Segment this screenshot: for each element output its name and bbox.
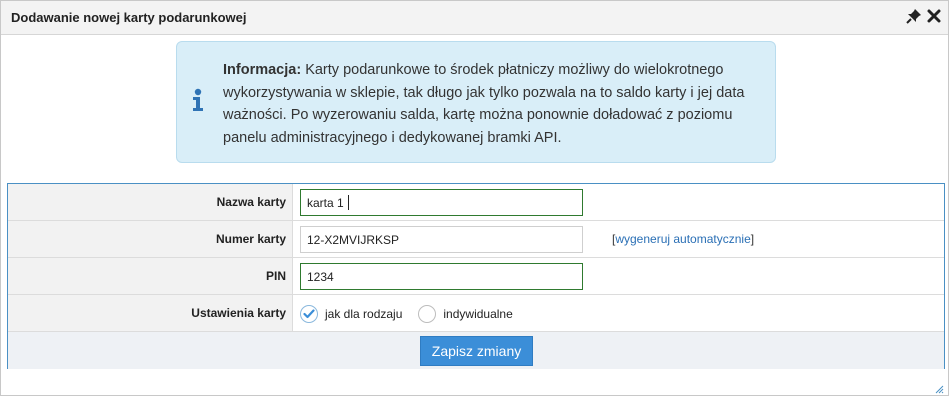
generate-automatically-link[interactable]: wygeneruj automatycznie — [615, 232, 750, 246]
row-card-settings: Ustawienia karty jak dla rodzaju indywid… — [8, 295, 944, 332]
info-body: Karty podarunkowe to środek płatniczy mo… — [223, 62, 745, 146]
card-name-value: karta 1 — [307, 195, 344, 210]
radio-per-type[interactable] — [300, 304, 318, 323]
text-caret — [347, 195, 349, 210]
row-card-number: Numer karty 12-X2MVIJRKSP [wygeneruj aut… — [8, 221, 944, 258]
row-pin: PIN 1234 — [8, 258, 944, 295]
info-heading: Informacja: — [223, 62, 302, 78]
settings-radio-group: jak dla rodzaju indywidualne — [300, 300, 529, 327]
save-button[interactable]: Zapisz zmiany — [420, 336, 533, 366]
row-card-name: Nazwa karty karta 1 — [8, 184, 944, 221]
info-text: Informacja: Karty podarunkowe to środek … — [223, 59, 768, 149]
radio-individual-label[interactable]: indywidualne — [443, 307, 512, 321]
info-icon — [192, 88, 204, 112]
radio-individual[interactable] — [418, 304, 437, 323]
dialog-titlebar[interactable]: Dodawanie nowej karty podarunkowej — [1, 1, 948, 35]
check-icon — [303, 308, 315, 318]
close-icon[interactable] — [926, 8, 942, 24]
info-box: Informacja: Karty podarunkowe to środek … — [176, 41, 776, 163]
card-form: Nazwa karty karta 1 Numer karty 12-X2MVI… — [7, 183, 945, 369]
pin-label: PIN — [8, 258, 293, 294]
card-number-value: 12-X2MVIJRKSP — [307, 232, 400, 247]
card-name-input[interactable]: karta 1 — [300, 189, 583, 216]
resize-grip-icon[interactable] — [934, 381, 944, 394]
pin-icon[interactable] — [906, 8, 922, 24]
dialog-title: Dodawanie nowej karty podarunkowej — [11, 10, 247, 25]
bracket-close: ] — [750, 232, 755, 246]
generate-wrapper: [wygeneruj automatycznie] — [612, 232, 754, 246]
titlebar-icons — [906, 8, 942, 24]
card-number-label: Numer karty — [8, 221, 293, 257]
pin-input[interactable]: 1234 — [300, 263, 583, 290]
card-settings-label: Ustawienia karty — [8, 295, 293, 331]
card-number-input[interactable]: 12-X2MVIJRKSP — [300, 226, 583, 253]
gift-card-dialog: Dodawanie nowej karty podarunkowej Infor — [0, 0, 949, 396]
pin-value: 1234 — [307, 269, 334, 284]
card-name-label: Nazwa karty — [8, 184, 293, 220]
row-actions: Zapisz zmiany — [8, 332, 944, 369]
radio-per-type-label[interactable]: jak dla rodzaju — [325, 307, 402, 321]
